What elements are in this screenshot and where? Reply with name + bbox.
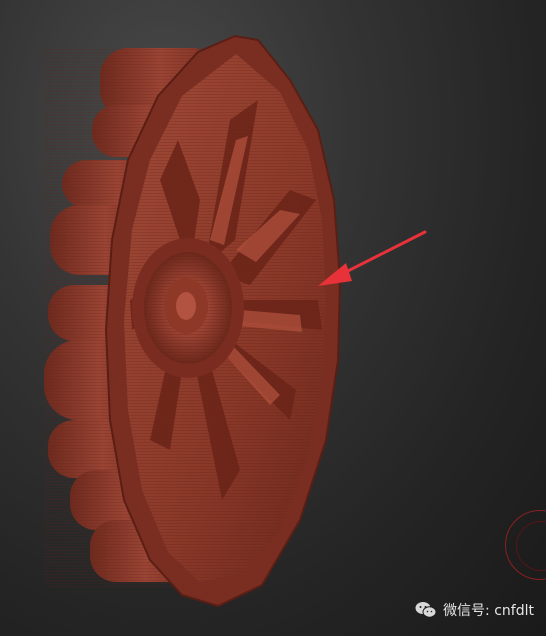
wechat-icon	[415, 602, 437, 618]
sculpted-model[interactable]	[0, 0, 546, 636]
center-hub	[132, 238, 244, 378]
watermark: 微信号: cnfdlt	[415, 600, 534, 620]
navigation-gizmo-ring[interactable]	[516, 521, 546, 571]
watermark-text: 微信号: cnfdlt	[443, 603, 534, 619]
3d-viewport[interactable]: 微信号: cnfdlt	[0, 0, 546, 636]
